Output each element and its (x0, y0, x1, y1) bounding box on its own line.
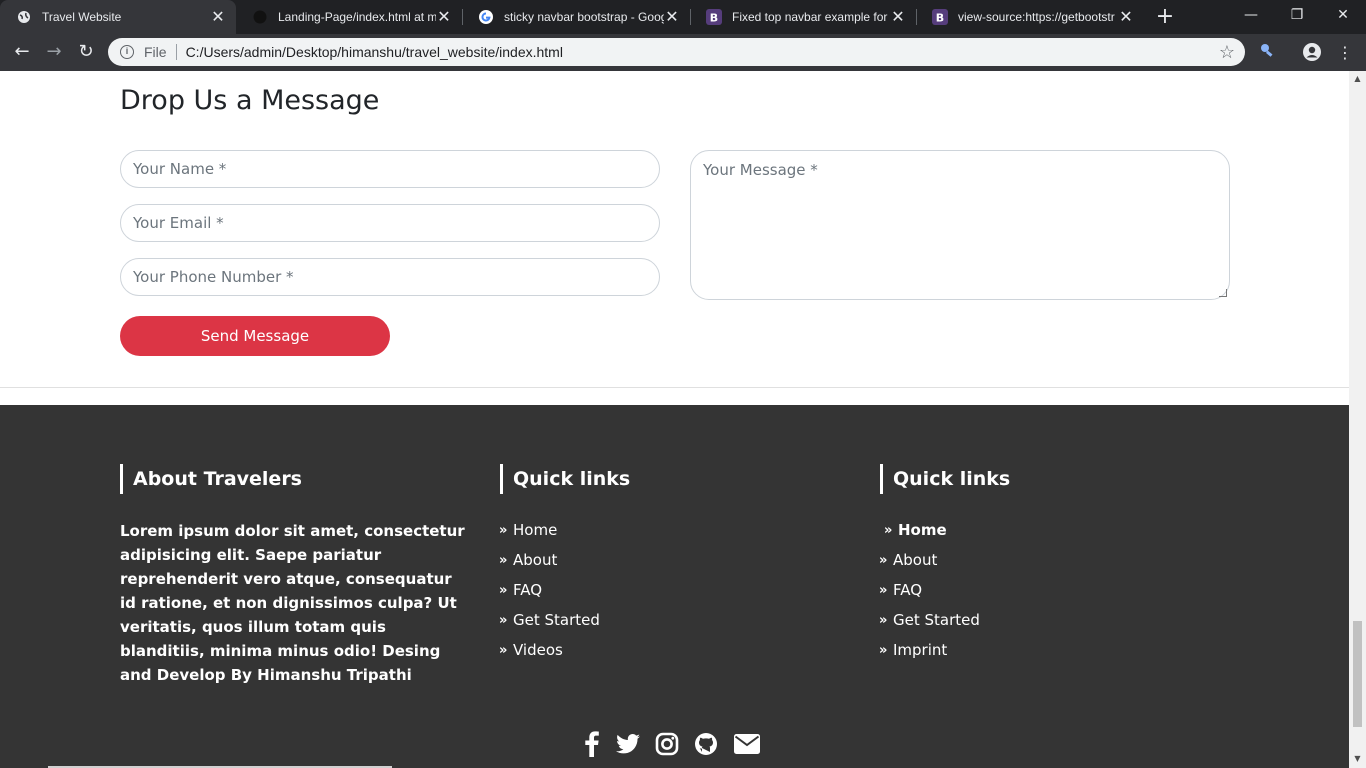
resize-handle-icon[interactable] (1219, 289, 1227, 297)
facebook-icon[interactable] (578, 730, 606, 758)
bootstrap-icon: B (706, 9, 722, 25)
quick-links-title: Quick links (500, 464, 630, 494)
page-viewport: Drop Us a Message Your Name * Your Email… (0, 71, 1349, 768)
svg-text:B: B (936, 12, 944, 25)
about-title: About Travelers (120, 464, 302, 494)
footer-link-faq[interactable]: » FAQ (499, 581, 542, 599)
window-close-icon[interactable]: ✕ (1320, 0, 1366, 30)
double-chevron-right-icon: » (499, 642, 508, 658)
tab-title: Landing-Page/index.html at m (278, 10, 436, 24)
browser-toolbar: ← → ↻ i File C:/Users/admin/Desktop/hima… (0, 34, 1366, 71)
footer-link-get-started[interactable]: » Get Started (879, 611, 980, 629)
footer-link-imprint[interactable]: » Imprint (879, 641, 947, 659)
extension-icon[interactable] (1256, 42, 1278, 64)
google-icon (478, 9, 494, 25)
github-icon[interactable] (692, 730, 720, 758)
double-chevron-right-icon: » (879, 552, 888, 568)
send-message-button[interactable]: Send Message (120, 316, 390, 356)
instagram-icon[interactable] (653, 730, 681, 758)
new-tab-button[interactable]: + (1152, 4, 1178, 30)
message-textarea[interactable]: Your Message * (690, 150, 1230, 300)
scroll-thumb[interactable] (1353, 621, 1362, 727)
address-bar[interactable]: i File C:/Users/admin/Desktop/himanshu/t… (108, 38, 1245, 66)
back-icon[interactable]: ← (8, 38, 36, 66)
double-chevron-right-icon: » (879, 612, 888, 628)
footer-link-videos[interactable]: » Videos (499, 641, 563, 659)
tab-view-source[interactable]: B view-source:https://getbootstr ✕ (916, 0, 1144, 34)
tab-title: view-source:https://getbootstr (958, 10, 1115, 24)
twitter-icon[interactable] (614, 730, 642, 758)
page-scrollbar[interactable]: ▲ ▼ (1349, 71, 1366, 768)
double-chevron-right-icon: » (884, 522, 893, 538)
email-input[interactable]: Your Email * (120, 204, 660, 242)
double-chevron-right-icon: » (499, 612, 508, 628)
omnibox-divider (175, 44, 177, 60)
double-chevron-right-icon: » (879, 582, 888, 598)
double-chevron-right-icon: » (499, 552, 508, 568)
message-placeholder: Your Message * (703, 161, 818, 179)
footer-link-home-hovered[interactable]: » Home (884, 521, 947, 539)
footer: About Travelers Lorem ipsum dolor sit am… (0, 405, 1349, 768)
info-icon[interactable]: i (120, 45, 134, 59)
bookmark-star-icon[interactable]: ☆ (1219, 42, 1235, 63)
footer-link-about[interactable]: » About (879, 551, 937, 569)
minimize-icon[interactable]: — (1228, 0, 1274, 30)
tab-travel-website[interactable]: Travel Website ✕ (0, 0, 236, 34)
menu-kebab-icon[interactable]: ⋮ (1334, 42, 1356, 64)
reload-icon[interactable]: ↻ (72, 38, 100, 66)
close-tab-icon[interactable]: ✕ (210, 7, 226, 27)
tab-title: Travel Website (42, 10, 122, 24)
forward-icon[interactable]: → (40, 38, 68, 66)
phone-input[interactable]: Your Phone Number * (120, 258, 660, 296)
footer-link-get-started[interactable]: » Get Started (499, 611, 600, 629)
double-chevron-right-icon: » (499, 522, 508, 538)
quick-links-title-2: Quick links (880, 464, 1010, 494)
contact-heading: Drop Us a Message (120, 85, 380, 116)
close-tab-icon[interactable]: ✕ (664, 7, 680, 27)
maximize-icon[interactable]: ❐ (1274, 0, 1320, 30)
close-tab-icon[interactable]: ✕ (890, 7, 906, 27)
name-input[interactable]: Your Name * (120, 150, 660, 188)
scroll-down-icon[interactable]: ▼ (1353, 754, 1362, 764)
footer-link-faq[interactable]: » FAQ (879, 581, 922, 599)
scroll-up-icon[interactable]: ▲ (1353, 74, 1362, 84)
svg-text:B: B (710, 12, 718, 25)
tab-google-search[interactable]: sticky navbar bootstrap - Goog ✕ (462, 0, 690, 34)
about-text: Lorem ipsum dolor sit amet, consectetur … (120, 522, 465, 684)
github-icon (252, 9, 268, 25)
tab-title: Fixed top navbar example for B (732, 10, 890, 24)
scheme-label: File (144, 44, 167, 60)
tab-strip: Travel Website ✕ Landing-Page/index.html… (0, 0, 1366, 34)
tab-landing-page[interactable]: Landing-Page/index.html at m ✕ (236, 0, 462, 34)
tab-title: sticky navbar bootstrap - Goog (504, 10, 664, 24)
footer-link-home[interactable]: » Home (499, 521, 557, 539)
section-divider (0, 387, 1349, 388)
close-tab-icon[interactable]: ✕ (436, 7, 452, 27)
url-text[interactable]: C:/Users/admin/Desktop/himanshu/travel_w… (186, 44, 1219, 60)
profile-icon[interactable] (1301, 42, 1323, 64)
envelope-icon[interactable] (733, 730, 761, 758)
double-chevron-right-icon: » (499, 582, 508, 598)
footer-link-about[interactable]: » About (499, 551, 557, 569)
close-tab-icon[interactable]: ✕ (1118, 7, 1134, 27)
double-chevron-right-icon: » (879, 642, 888, 658)
tab-bootstrap-navbar[interactable]: B Fixed top navbar example for B ✕ (690, 0, 916, 34)
bootstrap-icon: B (932, 9, 948, 25)
globe-icon (16, 9, 32, 25)
